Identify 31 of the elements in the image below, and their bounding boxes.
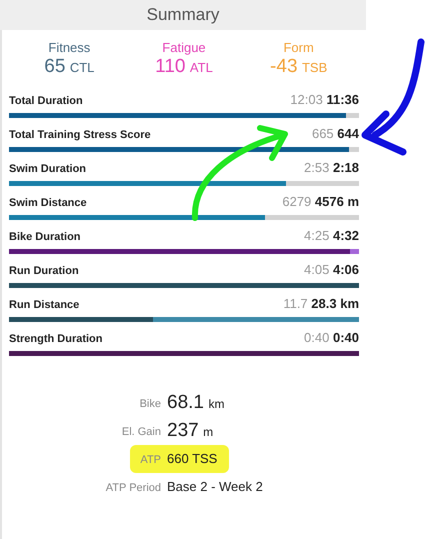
metric-label: Total Duration [9, 94, 83, 108]
metric-value: 665 644 [312, 124, 359, 142]
metric-value: 12:03 11:36 [290, 90, 359, 108]
metric-value: 0:40 0:40 [304, 328, 359, 346]
stat-value: 660 TSS [167, 450, 218, 467]
panel-title: Summary [146, 4, 220, 26]
metric-label: Total Training Stress Score [9, 128, 151, 142]
metric-label: Swim Distance [9, 196, 87, 210]
metric-label: Run Distance [9, 298, 80, 312]
metric-label: Form [283, 40, 314, 56]
stat-value: Base 2 - Week 2 [167, 478, 263, 495]
metric-value: 2:53 2:18 [304, 158, 359, 176]
metric-label: Swim Duration [9, 162, 86, 176]
metric-value: 110 ATL [155, 56, 213, 79]
stat-value: 68.1 km [167, 395, 224, 412]
stat-label: Bike [140, 398, 161, 410]
stat-label: ATP Period [106, 482, 161, 494]
metric-label: Run Duration [9, 264, 79, 278]
stat-label: ATP [140, 454, 161, 466]
metric-label: Bike Duration [9, 230, 81, 244]
metric-label: Strength Duration [9, 332, 102, 346]
metric-value: -43 TSB [270, 56, 328, 79]
metric-label: Fatigue [162, 40, 206, 56]
metric-value: 65 CTL [44, 56, 94, 79]
metric-value: 11.7 28.3 km [283, 294, 359, 312]
metric-label: Fitness [48, 40, 90, 56]
stat-value: 237 m [167, 423, 214, 440]
stat-label: El. Gain [122, 426, 161, 438]
metric-value: 4:25 4:32 [304, 226, 359, 244]
metric-value: 6279 4576 m [282, 192, 359, 210]
metric-value: 4:05 4:06 [304, 260, 359, 278]
